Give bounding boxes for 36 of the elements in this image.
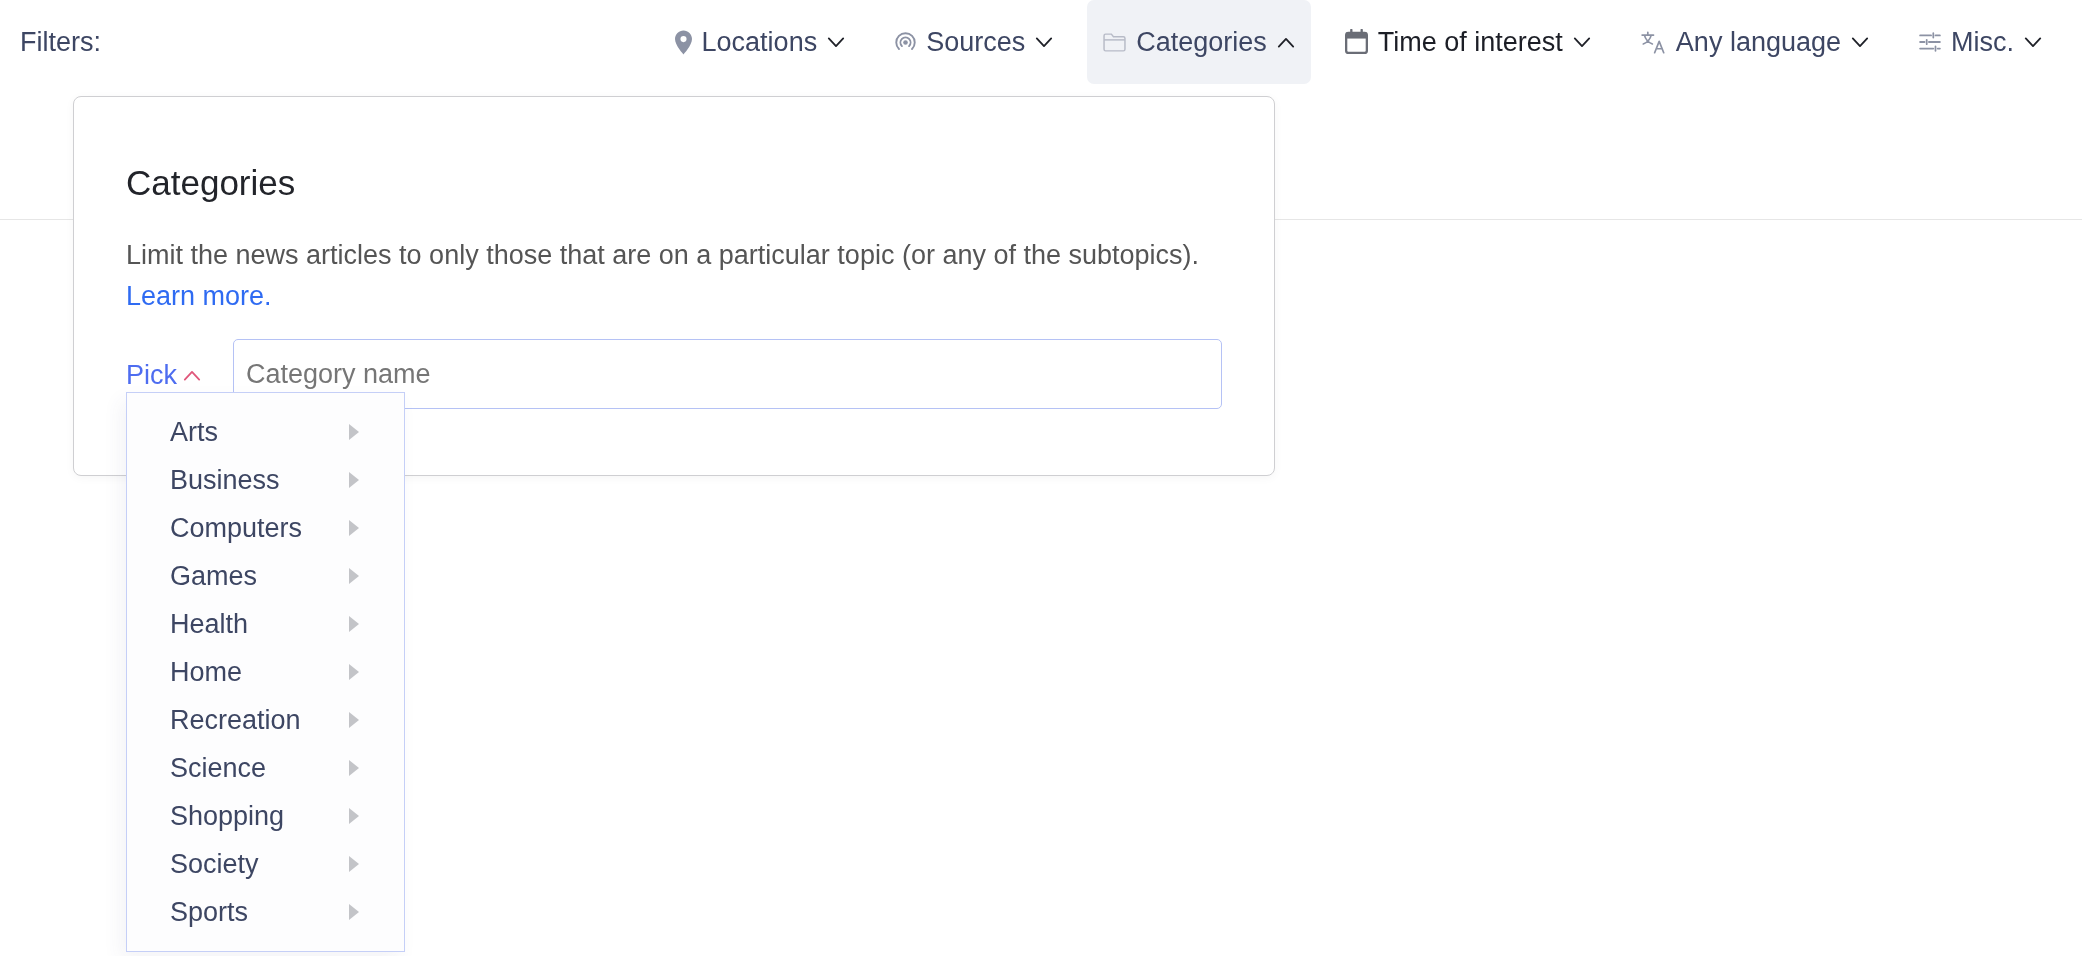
translate-icon xyxy=(1640,30,1666,54)
filter-dropdown-button[interactable]: Locations xyxy=(658,0,862,84)
menu-item[interactable]: Health xyxy=(127,600,404,648)
chevron-down-icon xyxy=(1851,36,1869,48)
menu-item[interactable]: Society xyxy=(127,840,404,888)
menu-item[interactable]: Arts xyxy=(127,408,404,456)
filter-dropdown-button[interactable]: Misc. xyxy=(1903,0,2058,84)
menu-item[interactable]: Games xyxy=(127,552,404,600)
broadcast-icon xyxy=(895,31,917,53)
menu-item[interactable]: Shopping xyxy=(127,792,404,840)
filter-dropdown-button[interactable]: Categories xyxy=(1087,0,1311,84)
menu-item[interactable]: Business xyxy=(127,456,404,504)
pick-category-button[interactable]: Pick xyxy=(126,358,201,392)
chevron-down-icon xyxy=(1572,36,1591,48)
menu-item[interactable]: Home xyxy=(127,648,404,696)
filter-dropdown-button[interactable]: Sources xyxy=(879,0,1070,84)
menu-item[interactable]: Recreation xyxy=(127,696,404,744)
menu-item[interactable]: Sports xyxy=(127,888,404,936)
chevron-up-icon xyxy=(183,369,201,381)
chevron-up-icon xyxy=(1276,36,1295,48)
category-search-field[interactable]: Category name xyxy=(233,339,1222,409)
filter-dropdown-button[interactable]: Time of interest xyxy=(1328,0,1607,84)
learn-more-link[interactable]: Learn more. xyxy=(126,276,272,317)
chevron-down-icon xyxy=(2024,36,2042,48)
filter-dropdown-button[interactable]: Any language xyxy=(1624,0,1885,84)
folder-icon xyxy=(1103,32,1127,52)
description-text: Limit the news articles to only those that are on a particular topic (or any of the subtopics). xyxy=(126,239,1201,272)
popover-title: Categories xyxy=(126,163,297,203)
filters-label: Filters: xyxy=(20,26,101,58)
map-pin-icon xyxy=(674,29,692,55)
chevron-down-icon xyxy=(827,36,846,48)
menu-item[interactable]: Science xyxy=(127,744,404,792)
chevron-down-icon xyxy=(1035,36,1054,48)
sliders-icon xyxy=(1919,32,1941,52)
calendar-icon xyxy=(1344,29,1368,55)
menu-item[interactable]: Computers xyxy=(127,504,404,552)
